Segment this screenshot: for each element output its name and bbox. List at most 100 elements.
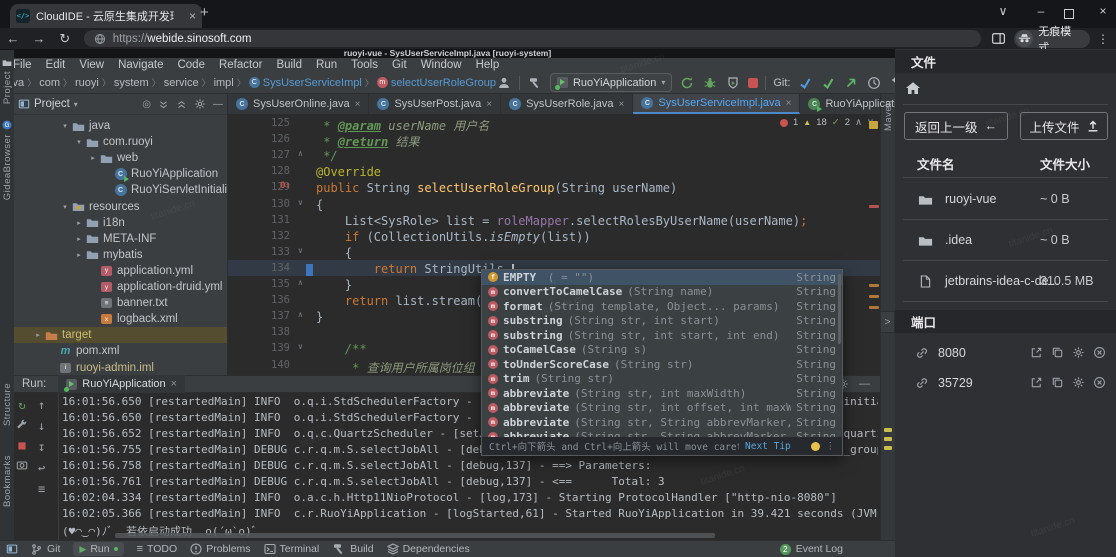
breadcrumb-item[interactable]: impl xyxy=(214,77,234,89)
menu-edit[interactable]: Edit xyxy=(39,59,73,71)
tree-item-mybatis[interactable]: ▸mybatis xyxy=(14,247,227,263)
editor-tab-sysuserpost.java[interactable]: CSysUserPost.java× xyxy=(369,94,501,114)
close-icon[interactable] xyxy=(1093,376,1106,389)
menu-build[interactable]: Build xyxy=(269,59,309,71)
open-external-icon[interactable] xyxy=(1030,346,1043,359)
debug-icon[interactable] xyxy=(702,75,718,91)
tree-item-application-druid.yml[interactable]: yapplication-druid.yml xyxy=(14,279,227,295)
open-external-icon[interactable] xyxy=(1030,376,1043,389)
tab-close-icon[interactable]: × xyxy=(189,9,196,23)
locate-icon[interactable]: ◎ xyxy=(142,99,151,110)
run-with-coverage-icon[interactable] xyxy=(725,75,741,91)
line-number[interactable]: 125 xyxy=(228,117,290,129)
completion-item-empty[interactable]: fEMPTY ( = "")String xyxy=(482,270,842,285)
scroll-end-icon[interactable]: ↧ xyxy=(38,440,45,454)
tree-item-ruoyiservletinitialize[interactable]: CRuoYiServletInitialize xyxy=(14,182,227,198)
file-row-ruoyivue[interactable]: ruoyi-vue~ 0 B xyxy=(895,179,1116,220)
line-number[interactable]: 127 xyxy=(228,149,290,161)
line-number[interactable]: 131 xyxy=(228,214,290,226)
tree-item-ruoyi-admin.iml[interactable]: iruoyi-admin.iml xyxy=(14,360,227,376)
line-number[interactable]: 128 xyxy=(228,165,290,177)
copy-icon[interactable] xyxy=(1051,346,1064,359)
snapshot-icon[interactable] xyxy=(16,459,28,471)
breadcrumb-class[interactable]: CSysUserServiceImpl xyxy=(249,77,362,89)
stripe-bookmarks[interactable]: Bookmarks xyxy=(0,455,14,507)
menu-help[interactable]: Help xyxy=(469,59,507,71)
down-stack-icon[interactable]: ↓ xyxy=(38,419,45,433)
statusbar-dependencies[interactable]: Dependencies xyxy=(387,543,470,555)
completion-item-substring[interactable]: msubstring(String str, int start)String xyxy=(482,314,842,329)
file-row-idea[interactable]: .idea~ 0 B xyxy=(895,220,1116,261)
forward-icon[interactable]: → xyxy=(26,31,52,46)
window-minimize-icon[interactable]: – xyxy=(1032,4,1050,18)
tree-item-i18n[interactable]: ▸i18n xyxy=(14,215,227,231)
tree-collapsed-icon[interactable]: ▸ xyxy=(33,331,43,339)
tree-collapsed-icon[interactable]: ▸ xyxy=(74,219,84,227)
completion-item-abbreviate[interactable]: mabbreviate(String str, int maxWidth)Str… xyxy=(482,386,842,401)
tree-item-pom.xml[interactable]: mpom.xml xyxy=(14,343,227,359)
line-number[interactable]: 130 xyxy=(228,198,290,210)
settings-icon[interactable] xyxy=(1072,346,1085,359)
completion-item-tocamelcase[interactable]: mtoCamelCase(String s)String xyxy=(482,343,842,358)
statusbar-todo[interactable]: ≡TODO xyxy=(137,543,178,555)
port-row-35729[interactable]: 35729 xyxy=(895,371,1116,397)
tree-item-meta-inf[interactable]: ▸META-INF xyxy=(14,231,227,247)
run-tab-close-icon[interactable]: × xyxy=(171,378,177,390)
fold-marker-icon[interactable]: ∨ xyxy=(298,198,303,207)
rerun-icon[interactable] xyxy=(679,75,695,91)
line-number[interactable]: 137 xyxy=(228,310,290,322)
toolwindow-corner-icon[interactable] xyxy=(6,543,18,555)
user-icon[interactable] xyxy=(496,75,512,91)
editor-tab-sysuserserviceimpl.java[interactable]: CSysUserServiceImpl.java× xyxy=(633,94,800,114)
lightbulb-icon[interactable] xyxy=(811,442,820,451)
menu-code[interactable]: Code xyxy=(170,59,212,71)
statusbar-terminal[interactable]: Terminal xyxy=(264,543,320,555)
upload-file-button[interactable]: 上传文件 xyxy=(1020,112,1108,140)
run-tab[interactable]: RuoYiApplication × xyxy=(58,375,185,393)
settings-icon[interactable] xyxy=(1072,376,1085,389)
git-history-icon[interactable] xyxy=(866,75,882,91)
editor-tab-sysuseronline.java[interactable]: CSysUserOnline.java× xyxy=(228,94,369,114)
breadcrumb-item[interactable]: ruoyi xyxy=(75,77,99,89)
console-menu-icon[interactable]: ≡ xyxy=(38,482,45,496)
gear-icon[interactable] xyxy=(194,98,206,110)
git-push-icon[interactable] xyxy=(843,75,859,91)
soft-wrap-icon[interactable]: ↩ xyxy=(38,461,45,475)
completion-item-abbreviate[interactable]: mabbreviate(String str, String abbrevMar… xyxy=(482,415,842,430)
breadcrumb-item[interactable]: service xyxy=(164,77,199,89)
file-row-jetbrainsideacde[interactable]: jetbrains-idea-c-de...310.5 MB xyxy=(895,261,1116,302)
line-number[interactable]: 126 xyxy=(228,133,290,145)
statusbar-run[interactable]: ▶Run xyxy=(73,542,123,556)
completion-item-abbreviate[interactable]: mabbreviate(String str, int offset, int … xyxy=(482,401,842,416)
completion-item-tounderscorecase[interactable]: mtoUnderScoreCase(String str)String xyxy=(482,357,842,372)
popup-scrollbar[interactable] xyxy=(838,274,841,344)
window-restore-icon[interactable] xyxy=(1060,8,1078,22)
line-number[interactable]: 139 xyxy=(228,342,290,354)
console-hscrollbar[interactable] xyxy=(115,533,715,538)
inspection-widget[interactable]: 1 ▲18 ✓2 ∧∨ xyxy=(780,117,874,128)
stop-icon[interactable] xyxy=(748,78,758,88)
tab-close-icon[interactable]: × xyxy=(355,99,361,110)
tree-expanded-icon[interactable]: ▾ xyxy=(60,203,70,211)
completion-item-converttocamelcase[interactable]: mconvertToCamelCase(String name)String xyxy=(482,285,842,300)
tree-item-application.yml[interactable]: yapplication.yml xyxy=(14,263,227,279)
git-update-icon[interactable] xyxy=(797,75,813,91)
completion-item-trim[interactable]: mtrim(String str)String xyxy=(482,372,842,387)
rerun-icon[interactable]: ↻ xyxy=(18,398,25,412)
override-marker-icon[interactable]: O↑ xyxy=(280,181,291,191)
statusbar-problems[interactable]: Problems xyxy=(190,543,250,555)
tree-collapsed-icon[interactable]: ▸ xyxy=(88,154,98,162)
menu-run[interactable]: Run xyxy=(309,59,344,71)
line-number[interactable]: 132 xyxy=(228,230,290,242)
fold-marker-icon[interactable]: ∧ xyxy=(298,310,303,319)
url-bar[interactable]: https:// webide.sinosoft.com xyxy=(84,30,981,47)
back-icon[interactable]: ← xyxy=(0,31,26,46)
line-number[interactable]: 138 xyxy=(228,326,290,338)
tree-item-java[interactable]: ▾java xyxy=(14,118,227,134)
home-icon[interactable] xyxy=(905,81,921,95)
window-menu-icon[interactable]: ∨ xyxy=(994,4,1012,18)
copy-icon[interactable] xyxy=(1051,376,1064,389)
tree-item-target[interactable]: ▸target xyxy=(14,327,227,343)
new-tab-button[interactable]: + xyxy=(200,4,209,21)
tab-close-icon[interactable]: × xyxy=(786,98,792,109)
